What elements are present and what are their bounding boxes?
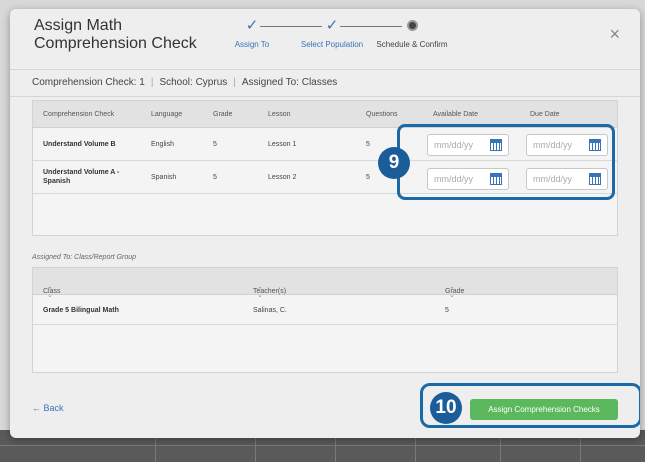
- date-placeholder: mm/dd/yy: [533, 140, 573, 150]
- date-placeholder: mm/dd/yy: [434, 140, 474, 150]
- step-label: Assign To: [234, 40, 270, 49]
- column-header: Lesson: [268, 111, 291, 118]
- section-label: Assigned To: Class/Report Group: [32, 254, 137, 261]
- due-date-input[interactable]: mm/dd/yy: [526, 134, 608, 156]
- date-inputs-highlight: mm/dd/yy mm/dd/yy mm/dd/yy mm/dd/yy: [397, 124, 615, 200]
- summary-check: Comprehension Check: 1: [32, 77, 145, 88]
- back-link[interactable]: ← Back: [32, 403, 64, 413]
- step-schedule-confirm: Schedule & Confirm: [370, 17, 454, 49]
- date-placeholder: mm/dd/yy: [434, 174, 474, 184]
- check-name: Understand Volume B: [43, 141, 116, 148]
- summary-bar: Comprehension Check: 1 | School: Cyprus | As…: [10, 69, 640, 97]
- close-icon[interactable]: ×: [609, 25, 620, 43]
- current-step-dot-icon: [406, 20, 418, 31]
- check-questions: 5: [366, 174, 370, 181]
- step-assign-to[interactable]: ✓ Assign To: [226, 17, 278, 49]
- calendar-icon[interactable]: [490, 173, 502, 185]
- check-language: English: [151, 141, 174, 148]
- class-name: Grade 5 Bilingual Math: [43, 307, 119, 314]
- assign-modal: Assign Math Comprehension Check ✓ Assign…: [10, 9, 640, 438]
- check-icon: ✓: [245, 17, 259, 34]
- separator: |: [150, 77, 154, 88]
- check-questions: 5: [366, 141, 370, 148]
- callout-badge: 10: [430, 392, 462, 424]
- calendar-icon[interactable]: [589, 173, 601, 185]
- check-grade: 5: [213, 174, 217, 181]
- due-date-input[interactable]: mm/dd/yy: [526, 168, 608, 190]
- summary-assigned: Assigned To: Classes: [241, 77, 338, 88]
- step-label: Schedule & Confirm: [376, 40, 448, 49]
- callout-badge: 9: [378, 147, 410, 179]
- available-date-input[interactable]: mm/dd/yy: [427, 168, 509, 190]
- summary-school: School: Cyprus: [159, 77, 228, 88]
- column-header: Grade: [213, 111, 233, 118]
- modal-title: Assign Math Comprehension Check: [34, 17, 197, 52]
- class-grade: 5: [445, 307, 449, 314]
- calendar-icon[interactable]: [589, 139, 601, 151]
- step-label: Select Population: [300, 40, 364, 49]
- check-icon: ✓: [325, 17, 339, 34]
- check-lesson: Lesson 1: [268, 141, 297, 148]
- check-language: Spanish: [151, 174, 177, 181]
- check-grade: 5: [213, 141, 217, 148]
- step-select-population[interactable]: ✓ Select Population: [298, 17, 366, 49]
- column-header: Language: [151, 111, 183, 118]
- table-row: Grade 5 Bilingual Math Salinas, C. 5: [33, 295, 617, 325]
- assigned-table: Class ⌃ ⌄ Teacher(s) ⌃ ⌄ Grade ⌃ ⌄ Grade 5 Bil…: [32, 267, 618, 373]
- column-header: Available Date: [433, 111, 479, 118]
- column-header: Questions: [366, 111, 398, 118]
- table-header: Class ⌃ ⌄ Teacher(s) ⌃ ⌄ Grade ⌃ ⌄: [33, 268, 617, 299]
- assign-comprehension-checks-button[interactable]: Assign Comprehension Checks: [470, 399, 618, 420]
- calendar-icon[interactable]: [490, 139, 502, 151]
- column-header: Due Date: [530, 111, 560, 118]
- check-name: Understand Volume A - Spanish: [43, 169, 120, 185]
- date-placeholder: mm/dd/yy: [533, 174, 573, 184]
- separator: |: [233, 77, 236, 88]
- teacher-name: Salinas, C.: [253, 307, 287, 314]
- available-date-input[interactable]: mm/dd/yy: [427, 134, 509, 156]
- modal-header: Assign Math Comprehension Check ✓ Assign…: [10, 9, 640, 65]
- stepper: ✓ Assign To ✓ Select Population Schedule…: [220, 17, 460, 57]
- check-lesson: Lesson 2: [268, 174, 297, 181]
- column-header: Comprehension Check: [43, 111, 115, 118]
